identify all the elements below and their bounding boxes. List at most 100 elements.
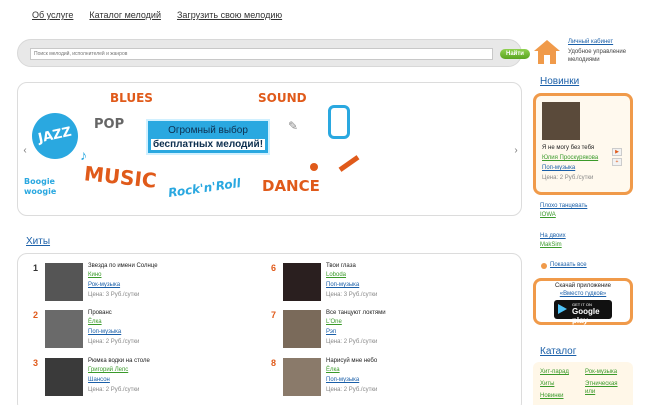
banner-word-blues: BLUES	[110, 91, 153, 105]
news-price: Цена: 2 Руб./сутки	[542, 175, 594, 181]
news-artist-link[interactable]: Юлия Проскурякова	[542, 155, 598, 161]
hit-genre-link[interactable]: Шансон	[88, 377, 110, 383]
banner-word-boogie: Boogie woogie	[24, 177, 57, 196]
hit-cover[interactable]	[283, 358, 321, 396]
banner-word-jazz: JAZZ	[27, 108, 83, 164]
promo-banner[interactable]: ‹ › JAZZ BLUES POP SOUND Boogie woogie M…	[17, 82, 522, 216]
banner-headline-line1: Огромный выбор	[168, 125, 248, 136]
nav-item-about[interactable]: Об услуге	[32, 10, 73, 20]
hit-artist-link[interactable]: L'One	[326, 319, 342, 325]
google-play-button[interactable]: GET IT ON Google play	[554, 300, 612, 325]
news-item-title[interactable]: На двоих	[540, 233, 566, 239]
guitar-icon	[338, 155, 360, 172]
catalog-item[interactable]: Хит-парад	[540, 369, 569, 375]
banner-word-rocknroll: Rock'n'Roll	[167, 175, 242, 201]
hit-price: Цена: 2 Руб./сутки	[326, 387, 378, 393]
catalog-item[interactable]: Этническая	[585, 381, 618, 387]
news-item-artist[interactable]: IOWA	[540, 212, 556, 218]
catalog-title[interactable]: Каталог	[540, 346, 576, 357]
list-item[interactable]: 2 Прованс Ёлка Поп-музыка Цена: 2 Руб./с…	[33, 310, 263, 354]
hit-title: Твои глаза	[326, 263, 356, 269]
banner-headline: Огромный выбор бесплатных мелодий!	[146, 119, 270, 155]
hit-genre-link[interactable]: Рок-музыка	[88, 282, 120, 288]
hit-cover[interactable]	[283, 263, 321, 301]
search-input[interactable]	[30, 48, 493, 60]
hit-cover[interactable]	[45, 310, 83, 348]
hits-title[interactable]: Хиты	[26, 236, 50, 247]
banner-word-pop: POP	[94, 117, 125, 132]
cabinet-desc: Удобное управление мелодиями	[568, 49, 627, 63]
list-item[interactable]: 1 Звезда по имени Солнце Кино Рок-музыка…	[33, 263, 263, 307]
list-item[interactable]: 6 Твои глаза Loboda Поп-музыка Цена: 3 Р…	[271, 263, 501, 307]
news-item-artist[interactable]: MakSim	[540, 242, 562, 248]
hit-artist-link[interactable]: Ёлка	[88, 319, 102, 325]
search-bar: Найти	[17, 39, 530, 67]
hit-title: Все танцуют локтями	[326, 310, 386, 316]
catalog-box: Хит-парад Хиты Новинки Рок-музыка Этниче…	[533, 362, 633, 405]
news-item-title[interactable]: Плохо танцевать	[540, 203, 587, 209]
hit-price: Цена: 3 Руб./сутки	[326, 292, 378, 298]
hit-number: 7	[271, 310, 277, 320]
home-icon[interactable]	[533, 38, 561, 66]
hit-number: 6	[271, 263, 277, 273]
hit-artist-link[interactable]: Ёлка	[326, 367, 340, 373]
top-nav: Об услуге Каталог мелодий Загрузить свою…	[32, 10, 282, 20]
news-cover[interactable]	[542, 102, 580, 140]
app-promo-line1: Скачай приложение	[555, 283, 611, 289]
hit-genre-link[interactable]: Поп-музыка	[88, 329, 121, 335]
chevron-right-icon[interactable]: ›	[511, 144, 521, 158]
news-song-title: Я не могу без тебя	[542, 145, 595, 151]
hit-cover[interactable]	[45, 263, 83, 301]
treble-clef-icon	[328, 105, 350, 139]
hit-genre-link[interactable]: Рэп	[326, 329, 336, 335]
hit-title: Прованс	[88, 310, 112, 316]
catalog-item[interactable]: Хиты	[540, 381, 554, 387]
news-title[interactable]: Новинки	[540, 76, 579, 87]
hit-number: 8	[271, 358, 277, 368]
play-icon[interactable]: ▶	[612, 148, 622, 156]
banner-word-music: MUSIC	[82, 161, 158, 193]
chevron-left-icon[interactable]: ‹	[20, 144, 30, 158]
hit-price: Цена: 2 Руб./сутки	[88, 339, 140, 345]
hit-artist-link[interactable]: Кино	[88, 272, 102, 278]
hit-price: Цена: 2 Руб./сутки	[326, 339, 378, 345]
list-item[interactable]: 7 Все танцуют локтями L'One Рэп Цена: 2 …	[271, 310, 501, 354]
catalog-item[interactable]: или	[585, 389, 595, 395]
list-item[interactable]: 8 Нарисуй мне небо Ёлка Поп-музыка Цена:…	[271, 358, 501, 402]
music-note-icon: ♪	[80, 147, 87, 163]
add-icon[interactable]: +	[612, 158, 622, 166]
hit-price: Цена: 2 Руб./сутки	[88, 387, 140, 393]
app-promo-link[interactable]: «Вместо гудков»	[536, 291, 630, 297]
google-play-big: Google play	[572, 307, 600, 325]
hit-number: 1	[33, 263, 39, 273]
hit-cover[interactable]	[45, 358, 83, 396]
cabinet-link[interactable]: Личный кабинет	[568, 39, 613, 45]
hit-genre-link[interactable]: Поп-музыка	[326, 282, 359, 288]
nav-item-catalog[interactable]: Каталог мелодий	[89, 10, 161, 20]
hit-price: Цена: 3 Руб./сутки	[88, 292, 140, 298]
catalog-item[interactable]: Новинки	[540, 393, 564, 399]
search-button[interactable]: Найти	[500, 49, 530, 59]
app-promo-card: Скачай приложение «Вместо гудков» GET IT…	[533, 278, 633, 325]
show-all-link[interactable]: Показать все	[550, 262, 587, 268]
catalog-item[interactable]: Рок-музыка	[585, 369, 617, 375]
list-item[interactable]: 3 Рюмка водки на столе Григорий Лепс Шан…	[33, 358, 263, 402]
hits-list: 1 Звезда по имени Солнце Кино Рок-музыка…	[17, 253, 522, 405]
news-featured-card[interactable]: Я не могу без тебя Юлия Проскурякова Поп…	[533, 93, 633, 195]
hit-number: 3	[33, 358, 39, 368]
hit-genre-link[interactable]: Поп-музыка	[326, 377, 359, 383]
dance-figure-icon	[310, 163, 318, 171]
news-genre-link[interactable]: Поп-музыка	[542, 165, 575, 171]
bullet-icon	[541, 263, 547, 269]
hit-title: Рюмка водки на столе	[88, 358, 150, 364]
nav-item-upload[interactable]: Загрузить свою мелодию	[177, 10, 282, 20]
hit-artist-link[interactable]: Loboda	[326, 272, 346, 278]
hit-number: 2	[33, 310, 39, 320]
banner-word-dance: DANCE	[262, 177, 320, 195]
hit-artist-link[interactable]: Григорий Лепс	[88, 367, 128, 373]
banner-word-sound: SOUND	[258, 91, 307, 105]
hit-title: Звезда по имени Солнце	[88, 263, 158, 269]
google-play-icon	[558, 304, 567, 314]
hit-title: Нарисуй мне небо	[326, 358, 378, 364]
hit-cover[interactable]	[283, 310, 321, 348]
